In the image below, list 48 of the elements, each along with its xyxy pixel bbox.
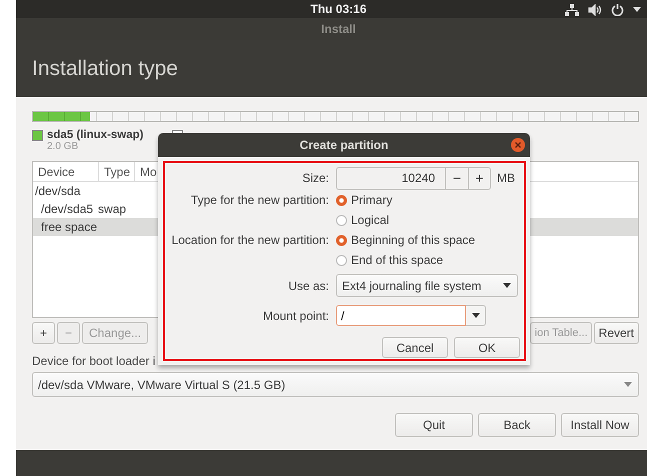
mount-point-field[interactable]: / bbox=[336, 305, 466, 326]
boot-loader-dropdown[interactable]: /dev/sda VMware, VMware Virtual S (21.5 GB) bbox=[32, 372, 639, 397]
revert-button[interactable]: Revert bbox=[594, 322, 639, 344]
table-cell-text: free space bbox=[40, 220, 98, 234]
radio-button[interactable] bbox=[336, 254, 347, 266]
table-cell-text: /dev/sda5 bbox=[40, 202, 94, 216]
field-label: Location for the new partition: bbox=[170, 233, 329, 247]
unit-label: MB bbox=[497, 171, 515, 185]
field-label: Type for the new partition: bbox=[190, 193, 329, 207]
caret-icon bbox=[624, 382, 632, 387]
dropdown-button[interactable] bbox=[466, 305, 486, 326]
size-field[interactable]: 10240 bbox=[336, 166, 445, 190]
install-now-button[interactable]: Install Now bbox=[561, 413, 639, 437]
radio-option[interactable]: Logical bbox=[336, 210, 522, 230]
radio-button[interactable] bbox=[336, 194, 347, 206]
radio-option[interactable]: Beginning of this space bbox=[336, 230, 522, 250]
boot-loader-label: Device for boot loader i bbox=[32, 354, 156, 368]
field-label: Use as: bbox=[287, 278, 329, 292]
ok-button[interactable]: OK bbox=[454, 337, 520, 358]
add-button[interactable]: + bbox=[32, 322, 55, 344]
radio-button[interactable] bbox=[336, 234, 347, 246]
decrement-button[interactable]: − bbox=[445, 166, 468, 190]
power-icon bbox=[611, 3, 624, 16]
radio-button[interactable] bbox=[336, 214, 347, 226]
column-header[interactable]: Type bbox=[99, 162, 135, 181]
caret-icon bbox=[503, 283, 511, 288]
network-icon bbox=[565, 4, 579, 16]
close-icon bbox=[511, 138, 525, 152]
window-title: Install bbox=[321, 22, 356, 36]
radio-option[interactable]: End of this space bbox=[336, 250, 522, 270]
use-as-dropdown[interactable]: Ext4 journaling file system bbox=[336, 274, 518, 297]
caret-icon bbox=[633, 7, 641, 12]
dialog-title: Create partition bbox=[300, 138, 388, 152]
increment-button[interactable]: + bbox=[468, 166, 491, 190]
legend-size: 2.0 GB bbox=[47, 141, 80, 152]
page-heading: Installation type bbox=[32, 56, 178, 80]
volume-icon bbox=[588, 4, 602, 16]
field-label: Mount point: bbox=[262, 308, 329, 322]
cancel-button[interactable]: Cancel bbox=[382, 337, 448, 358]
field-label: Size: bbox=[301, 171, 329, 185]
radio-option[interactable]: Primary bbox=[336, 190, 522, 210]
clock: Thu 03:16 bbox=[310, 2, 366, 16]
column-header[interactable]: Device bbox=[33, 162, 99, 181]
back-button[interactable]: Back bbox=[478, 413, 556, 437]
quit-button[interactable]: Quit bbox=[395, 413, 473, 437]
legend-label: sda5 (linux-swap) bbox=[47, 129, 144, 141]
table-cell-text: swap bbox=[97, 202, 126, 216]
caret-icon bbox=[472, 313, 480, 318]
